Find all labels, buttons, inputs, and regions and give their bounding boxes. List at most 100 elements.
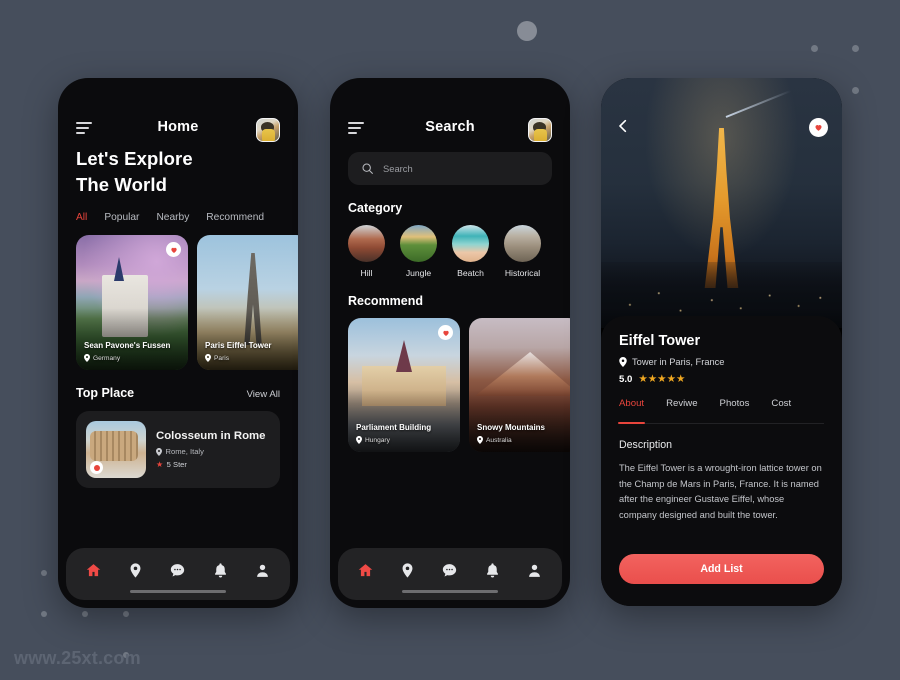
card-title: Parliament Building <box>356 423 432 432</box>
historical-thumbnail <box>504 225 541 262</box>
search-placeholder: Search <box>383 163 413 174</box>
description-title: Description <box>619 439 672 451</box>
recommend-card[interactable]: Snowy Mountains Australia <box>469 318 570 452</box>
notification-bell-icon[interactable] <box>212 562 229 579</box>
phone-home-mockup: Home Let's Explore The World All Popular… <box>58 78 298 608</box>
section-title: Category <box>348 201 403 215</box>
detail-sheet: Eiffel Tower Tower in Paris, France 5.0 … <box>601 316 842 606</box>
search-icon <box>362 163 373 174</box>
heart-icon[interactable] <box>166 242 181 257</box>
top-place-header: Top Place View All <box>58 370 298 400</box>
card-location-label: Hungary <box>365 436 390 444</box>
top-place-card[interactable]: Colosseum in Rome Rome, Italy ★ 5 Ster <box>76 411 280 488</box>
bottom-navigation <box>338 548 562 600</box>
hero-image <box>601 78 842 328</box>
location-pin-icon <box>619 357 627 367</box>
category-label: Jungle <box>405 268 432 278</box>
category-item-beach[interactable]: Beatch <box>452 225 489 278</box>
home-icon[interactable] <box>357 562 374 579</box>
home-indicator <box>402 590 498 593</box>
location-icon[interactable] <box>399 562 416 579</box>
top-place-location-label: Rome, Italy <box>165 447 204 456</box>
tab-nearby[interactable]: Nearby <box>156 212 189 223</box>
hamburger-icon[interactable] <box>348 122 364 137</box>
location-pin-icon <box>156 447 162 456</box>
avatar[interactable] <box>256 117 280 142</box>
detail-location-label: Tower in Paris, France <box>632 357 725 367</box>
recommend-carousel[interactable]: Parliament Building Hungary Snowy Mounta… <box>330 308 570 452</box>
profile-icon[interactable] <box>254 562 271 579</box>
location-pin-icon <box>205 354 211 362</box>
tab-popular[interactable]: Popular <box>104 212 139 223</box>
place-card-carousel[interactable]: Sean Pavone's Fussen Germany Paris Eiffe… <box>58 223 298 370</box>
headline-line-2: The World <box>76 174 167 195</box>
detail-title: Eiffel Tower <box>619 333 701 349</box>
decor-dot <box>82 611 88 617</box>
card-title: Snowy Mountains <box>477 423 545 432</box>
description-body: The Eiffel Tower is a wrought-iron latti… <box>619 463 822 520</box>
top-place-rating: ★ 5 Ster <box>156 460 266 469</box>
decor-dot <box>811 45 818 52</box>
top-place-title: Colosseum in Rome <box>156 430 266 442</box>
notification-bell-icon[interactable] <box>484 562 501 579</box>
rating-value: 5.0 <box>619 374 633 385</box>
search-input[interactable]: Search <box>348 152 552 185</box>
place-card[interactable]: Paris Eiffel Tower Paris <box>197 235 298 370</box>
bottom-navigation <box>66 548 290 600</box>
chat-icon[interactable] <box>169 562 186 579</box>
card-title: Sean Pavone's Fussen <box>84 341 171 350</box>
beach-thumbnail <box>452 225 489 262</box>
detail-tabs: About Reviwe Photos Cost <box>617 398 824 424</box>
avatar[interactable] <box>528 117 552 142</box>
tab-review[interactable]: Reviwe <box>666 398 697 416</box>
category-item-hill[interactable]: Hill <box>348 225 385 278</box>
phone-detail-mockup: Eiffel Tower Tower in Paris, France 5.0 … <box>601 78 842 606</box>
decor-dot <box>852 45 859 52</box>
top-place-rating-label: 5 Ster <box>166 460 187 469</box>
hamburger-icon[interactable] <box>76 122 92 137</box>
location-pin-icon <box>356 436 362 444</box>
add-list-button[interactable]: Add List <box>619 554 824 584</box>
home-icon[interactable] <box>85 562 102 579</box>
detail-location: Tower in Paris, France <box>619 357 824 367</box>
tab-cost[interactable]: Cost <box>771 398 791 416</box>
heart-icon <box>815 125 822 131</box>
card-location-label: Australia <box>486 436 512 444</box>
place-card[interactable]: Sean Pavone's Fussen Germany <box>76 235 188 370</box>
card-location-label: Germany <box>93 354 121 362</box>
category-item-jungle[interactable]: Jungle <box>400 225 437 278</box>
recommend-card[interactable]: Parliament Building Hungary <box>348 318 460 452</box>
category-tabs: All Popular Nearby Recommend <box>58 198 298 223</box>
card-location: Australia <box>477 436 512 444</box>
tab-all[interactable]: All <box>76 212 87 223</box>
jungle-thumbnail <box>400 225 437 262</box>
favorite-badge-icon <box>90 461 103 474</box>
section-title: Top Place <box>76 386 135 400</box>
location-icon[interactable] <box>127 562 144 579</box>
card-title: Paris Eiffel Tower <box>205 341 272 350</box>
tab-about[interactable]: About <box>617 398 646 424</box>
profile-icon[interactable] <box>526 562 543 579</box>
favorite-button[interactable] <box>809 118 828 137</box>
site-watermark: www.25xt.com <box>14 648 141 668</box>
chat-icon[interactable] <box>441 562 458 579</box>
search-topbar <box>330 78 570 142</box>
view-all-link[interactable]: View All <box>247 389 280 400</box>
detail-screen: Eiffel Tower Tower in Paris, France 5.0 … <box>601 78 842 606</box>
tab-recommend[interactable]: Recommend <box>206 212 264 223</box>
category-label: Historical <box>504 268 541 278</box>
heart-icon[interactable] <box>438 325 453 340</box>
tab-photos[interactable]: Photos <box>720 398 750 416</box>
back-button[interactable] <box>615 118 631 134</box>
section-title: Recommend <box>348 294 424 308</box>
location-pin-icon <box>84 354 90 362</box>
top-place-location: Rome, Italy <box>156 447 266 456</box>
home-screen: Home Let's Explore The World All Popular… <box>58 78 298 608</box>
category-item-historical[interactable]: Historical <box>504 225 541 278</box>
decor-circle-large <box>517 21 537 41</box>
decor-dot <box>41 570 47 576</box>
light-beam <box>725 89 792 118</box>
rating-row: 5.0 ★★★★★ <box>619 374 824 385</box>
star-rating-icons: ★★★★★ <box>638 373 686 386</box>
decor-dot <box>123 611 129 617</box>
